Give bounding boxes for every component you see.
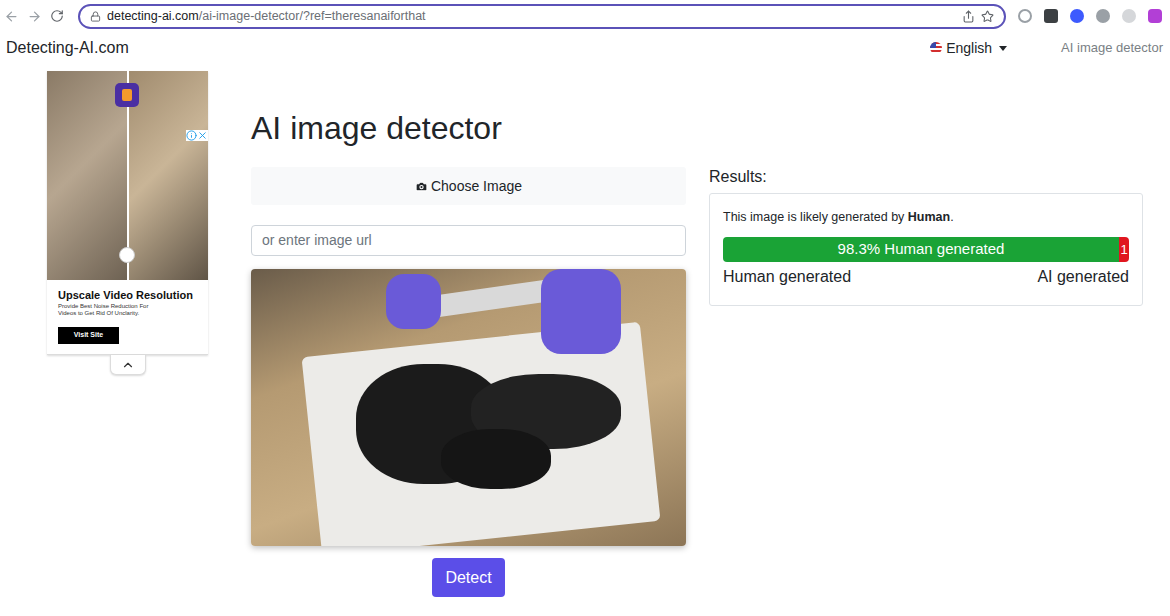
lock-icon [90,11,101,22]
extensions [1018,9,1162,23]
reload-icon[interactable] [50,9,64,23]
bar-labels: Human generated AI generated [723,267,1129,287]
forward-icon[interactable] [27,9,42,24]
results-column: Results: This image is likely generated b… [709,167,1143,597]
dots-extension-icon[interactable] [1044,9,1058,23]
nav-link[interactable]: AI image detector [1061,38,1163,58]
ad-image [47,71,208,280]
ai-fill: 1 [1119,237,1129,262]
chat-extension-icon[interactable] [1148,9,1162,23]
star-icon[interactable] [981,10,994,23]
detector-main: AI image detector Choose Image or enter im… [251,64,1143,597]
compare-handle-icon[interactable] [119,247,135,263]
language-selector[interactable]: English [930,38,1007,59]
uploaded-photo [251,269,686,546]
ad-card[interactable]: Upscale Video ResolutionProvide Best Noi… [47,71,208,355]
ad-controls [186,130,208,141]
ad-button[interactable]: Visit Site [58,327,119,344]
upload-column: Choose Image or enter image url Detect [251,167,686,597]
camera-icon [415,180,428,193]
ad-close-icon[interactable] [197,130,208,141]
back-icon[interactable] [4,9,19,24]
url-domain: detecting-ai.com [107,9,199,23]
grammar-extension-icon[interactable] [1096,9,1110,23]
blue-extension-icon[interactable] [1070,9,1084,23]
brand[interactable]: Detecting-AI.com [6,36,129,60]
us-flag-icon [930,42,942,54]
ad-collapse-tab[interactable] [110,355,146,375]
detect-button[interactable]: Detect [432,558,504,597]
globe-extension-icon[interactable] [1018,9,1032,23]
caret-icon [999,46,1007,51]
ad-column: Upscale Video ResolutionProvide Best Noi… [47,71,208,597]
results-card: This image is likely generated by Human.… [709,193,1143,306]
detector-row: Choose Image or enter image url Detect Resu… [251,167,1143,597]
url-path: /ai-image-detector/?ref=theresanaifortha… [199,9,426,23]
choose-image-button[interactable]: Choose Image [251,167,686,205]
ad-text: Provide Best Noise Reduction For Videos … [58,303,168,317]
ad-info-icon[interactable] [186,130,197,141]
ad-body: Upscale Video ResolutionProvide Best Noi… [47,280,208,354]
url-text: detecting-ai.com/ai-image-detector/?ref=… [107,7,956,26]
page-body: Upscale Video ResolutionProvide Best Noi… [0,64,1170,597]
probability-bar: 98.3% Human generated1 [723,237,1129,262]
grey-extension-icon[interactable] [1122,9,1136,23]
language-label: English [946,38,992,59]
verdict-text: This image is likely generated by Human. [723,209,1129,225]
browser-toolbar: detecting-ai.com/ai-image-detector/?ref=… [0,0,1170,32]
results-label: Results: [709,167,1143,187]
app-logo-icon [115,83,139,107]
human-label: Human generated [723,267,851,287]
browser-window: detecting-ai.com/ai-image-detector/?ref=… [0,0,1170,616]
header-right: English AI image detector [930,38,1163,59]
ai-label: AI generated [1037,267,1129,287]
site-header: Detecting-AI.com English AI image detector [0,32,1170,64]
chevron-up-icon [121,358,135,372]
ad-title: Upscale Video Resolution [58,288,197,302]
address-bar[interactable]: detecting-ai.com/ai-image-detector/?ref=… [78,4,1006,29]
human-fill: 98.3% Human generated [723,237,1119,262]
share-icon[interactable] [962,10,975,23]
image-url-input[interactable]: or enter image url [251,225,686,256]
verdict: Human [908,210,950,224]
page-heading: AI image detector [251,108,1143,148]
